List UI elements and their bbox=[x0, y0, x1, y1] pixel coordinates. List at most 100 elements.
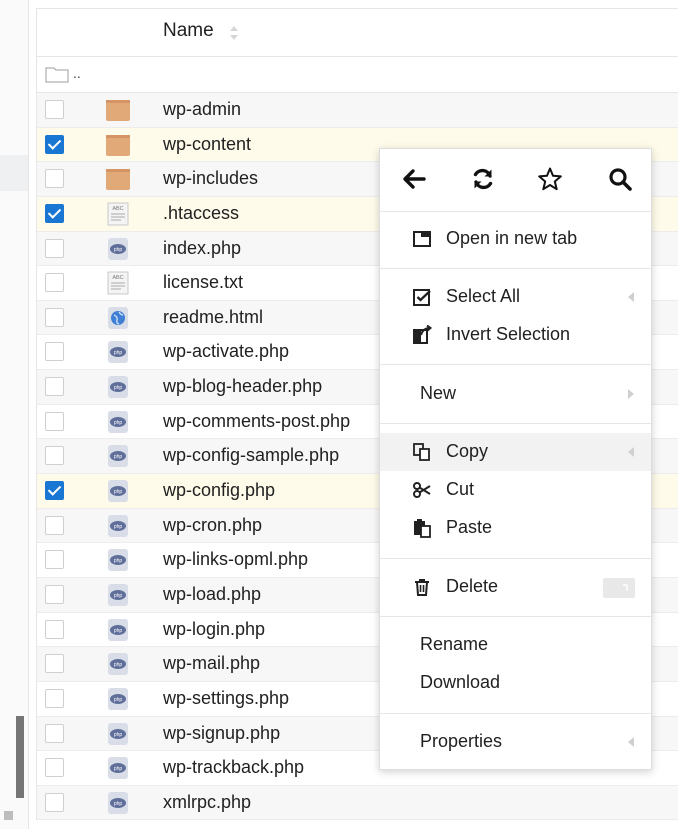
file-name[interactable]: wp-signup.php bbox=[163, 723, 280, 744]
svg-text:php: php bbox=[114, 697, 123, 703]
menu-item-select-all[interactable]: Select All bbox=[380, 278, 651, 316]
menu-item-label: Invert Selection bbox=[446, 324, 571, 344]
context-menu-toolbar bbox=[380, 149, 651, 212]
menu-item-properties[interactable]: Properties bbox=[380, 723, 651, 761]
back-icon[interactable] bbox=[400, 165, 428, 193]
svg-text:php: php bbox=[114, 766, 123, 772]
row-checkbox[interactable] bbox=[45, 584, 64, 604]
row-checkbox[interactable] bbox=[45, 100, 64, 119]
table-row[interactable]: php xmlrpc.php bbox=[37, 785, 678, 821]
menu-item-copy[interactable]: Copy bbox=[380, 433, 651, 471]
text-file-icon: ABC bbox=[105, 271, 131, 295]
row-checkbox[interactable] bbox=[45, 619, 64, 639]
row-checkbox[interactable] bbox=[45, 515, 64, 535]
row-checkbox-checked[interactable] bbox=[45, 481, 64, 501]
file-name[interactable]: wp-trackback.php bbox=[163, 757, 304, 778]
php-file-icon: php bbox=[105, 479, 131, 503]
left-panel-scroll-arrow[interactable] bbox=[4, 811, 13, 820]
row-checkbox[interactable] bbox=[45, 307, 64, 327]
column-header-name[interactable]: Name bbox=[163, 20, 214, 42]
file-name[interactable]: wp-cron.php bbox=[163, 515, 262, 536]
file-name[interactable]: index.php bbox=[163, 238, 241, 259]
folder-outline-icon bbox=[45, 67, 69, 83]
svg-text:php: php bbox=[114, 558, 123, 564]
menu-item-paste[interactable]: Paste bbox=[380, 509, 651, 547]
file-name[interactable]: wp-includes bbox=[163, 168, 258, 189]
menu-item-delete[interactable]: Delete bbox=[380, 568, 651, 606]
row-checkbox-checked[interactable] bbox=[45, 203, 64, 223]
php-file-icon: php bbox=[105, 410, 131, 434]
menu-item-cut[interactable]: Cut bbox=[380, 471, 651, 509]
row-checkbox[interactable] bbox=[45, 654, 64, 674]
table-row[interactable]: wp-admin bbox=[37, 93, 678, 128]
trash-icon bbox=[415, 579, 429, 596]
invert-selection-icon bbox=[413, 325, 432, 344]
file-name[interactable]: wp-login.php bbox=[163, 619, 265, 640]
menu-item-rename[interactable]: Rename bbox=[380, 626, 651, 664]
context-menu: Open in new tab Select All Invert Select… bbox=[379, 148, 652, 770]
search-icon[interactable] bbox=[606, 165, 634, 193]
file-name[interactable]: wp-mail.php bbox=[163, 653, 260, 674]
php-file-icon: php bbox=[105, 583, 131, 607]
row-checkbox[interactable] bbox=[45, 792, 64, 812]
file-name[interactable]: wp-config.php bbox=[163, 480, 275, 501]
file-name[interactable]: readme.html bbox=[163, 307, 263, 328]
file-name[interactable]: wp-content bbox=[163, 134, 251, 155]
menu-item-new[interactable]: New bbox=[380, 375, 651, 413]
star-icon[interactable] bbox=[536, 165, 564, 193]
row-checkbox[interactable] bbox=[45, 723, 64, 743]
row-checkbox[interactable] bbox=[45, 411, 64, 431]
menu-item-label: Delete bbox=[446, 576, 499, 596]
submenu-arrow-left-icon bbox=[628, 292, 634, 302]
row-checkbox[interactable] bbox=[45, 688, 64, 708]
left-panel-selected-item[interactable] bbox=[0, 155, 28, 191]
svg-text:ABC: ABC bbox=[112, 206, 123, 212]
file-name[interactable]: wp-comments-post.php bbox=[163, 411, 350, 432]
row-checkbox[interactable] bbox=[45, 446, 64, 466]
row-checkbox[interactable] bbox=[45, 273, 64, 293]
menu-item-download[interactable]: Download bbox=[380, 664, 651, 702]
menu-item-label: Select All bbox=[446, 286, 521, 306]
menu-item-open-new-tab[interactable]: Open in new tab bbox=[380, 220, 651, 258]
menu-item-label: Rename bbox=[420, 634, 489, 654]
menu-item-invert-selection[interactable]: Invert Selection bbox=[380, 316, 651, 354]
file-name[interactable]: .htaccess bbox=[163, 203, 239, 224]
checkbox-checked-icon bbox=[413, 289, 431, 306]
file-name[interactable]: wp-load.php bbox=[163, 584, 261, 605]
refresh-icon[interactable] bbox=[469, 165, 497, 193]
file-name[interactable]: xmlrpc.php bbox=[163, 792, 251, 813]
file-name[interactable]: wp-links-opml.php bbox=[163, 549, 308, 570]
svg-text:php: php bbox=[114, 628, 123, 634]
row-checkbox[interactable] bbox=[45, 550, 64, 570]
php-file-icon: php bbox=[105, 652, 131, 676]
row-checkbox[interactable] bbox=[45, 758, 64, 778]
row-checkbox-checked[interactable] bbox=[45, 134, 64, 154]
submenu-arrow-left-icon bbox=[628, 737, 634, 747]
row-checkbox[interactable] bbox=[45, 238, 64, 258]
scissors-icon bbox=[413, 482, 431, 498]
svg-text:php: php bbox=[114, 420, 123, 426]
folder-icon bbox=[105, 98, 131, 122]
file-name[interactable]: wp-blog-header.php bbox=[163, 376, 322, 397]
folder-icon bbox=[105, 133, 131, 157]
file-name[interactable]: wp-config-sample.php bbox=[163, 445, 339, 466]
parent-directory-row[interactable]: .. bbox=[37, 57, 678, 93]
menu-divider bbox=[380, 558, 651, 559]
svg-text:php: php bbox=[114, 350, 123, 356]
row-checkbox[interactable] bbox=[45, 169, 64, 189]
row-checkbox[interactable] bbox=[45, 377, 64, 397]
panel-divider[interactable] bbox=[28, 0, 29, 829]
menu-item-label: Download bbox=[420, 672, 501, 692]
php-file-icon: php bbox=[105, 514, 131, 538]
menu-divider bbox=[380, 423, 651, 424]
file-name[interactable]: wp-admin bbox=[163, 99, 241, 120]
file-name[interactable]: wp-activate.php bbox=[163, 341, 289, 362]
row-checkbox[interactable] bbox=[45, 342, 64, 362]
sort-icon[interactable] bbox=[229, 24, 239, 42]
submenu-arrow-right-icon bbox=[628, 389, 634, 399]
file-name[interactable]: wp-settings.php bbox=[163, 688, 289, 709]
menu-item-label: Open in new tab bbox=[446, 228, 578, 248]
file-name[interactable]: license.txt bbox=[163, 272, 243, 293]
left-panel-scrollbar[interactable] bbox=[16, 716, 24, 798]
php-file-icon: php bbox=[105, 340, 131, 364]
